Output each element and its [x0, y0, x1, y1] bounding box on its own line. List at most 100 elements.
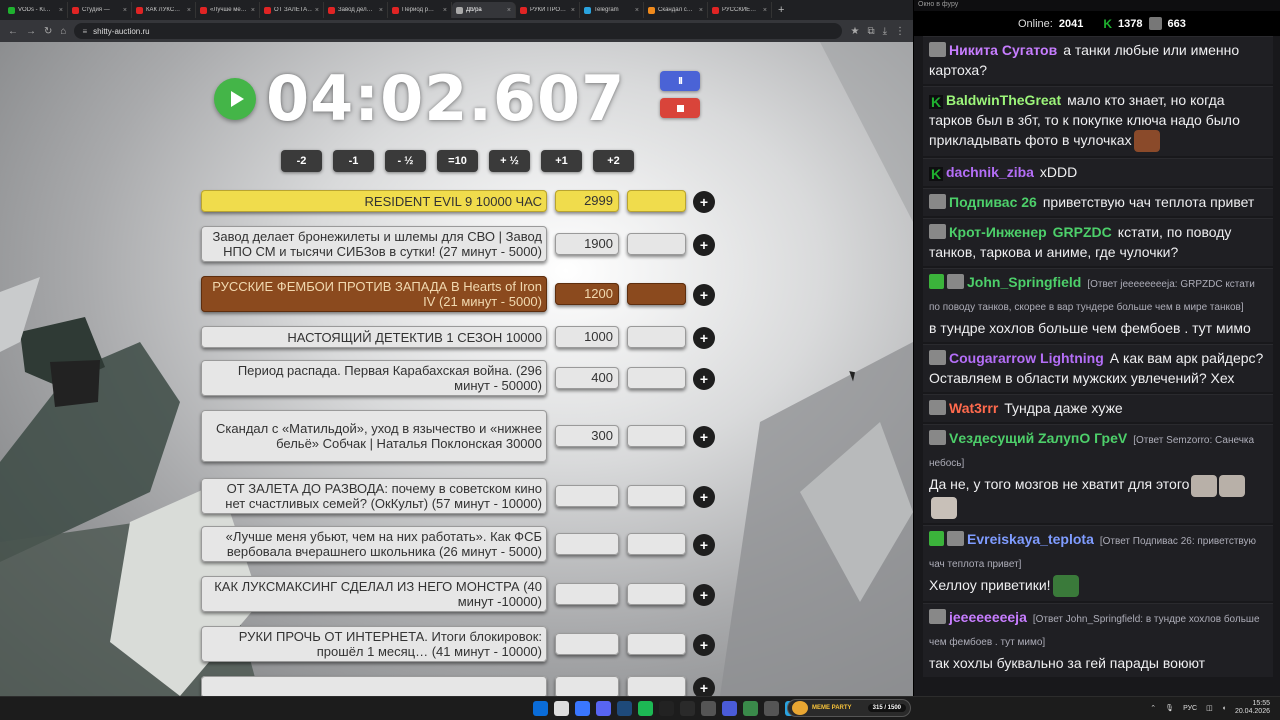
lot-bid-input[interactable]: [627, 485, 686, 507]
chat-username[interactable]: Vездесущий ZалупО ГреV: [949, 430, 1127, 446]
lot-title[interactable]: ОТ ЗАЛЕТА ДО РАЗВОДА: почему в советском…: [201, 478, 547, 514]
mic-icon[interactable]: 🎙: [1165, 704, 1174, 712]
chat-username[interactable]: John_Springfield: [967, 274, 1081, 290]
chat-username[interactable]: Cougararrow Lightning: [949, 350, 1104, 366]
stop-button[interactable]: [660, 98, 700, 118]
chat-username[interactable]: jeeeeeeeeja: [949, 609, 1027, 625]
lot-amount[interactable]: [555, 633, 619, 655]
lot-amount[interactable]: [555, 533, 619, 555]
forward-icon[interactable]: →: [26, 26, 36, 37]
language-indicator[interactable]: РУС: [1183, 705, 1197, 712]
chat-username[interactable]: Подпивас 26: [949, 194, 1037, 210]
tab-close-icon[interactable]: ×: [763, 7, 767, 14]
lot-bid-input[interactable]: [627, 190, 686, 212]
lot-bid-input[interactable]: [627, 233, 686, 255]
tab-close-icon[interactable]: ×: [187, 7, 191, 14]
browser-tab[interactable]: РУКИ ПРО… ×: [516, 2, 580, 18]
url-field[interactable]: ≡ shitty-auction.ru: [74, 23, 843, 39]
clock[interactable]: 15:55 20.04.2026: [1235, 700, 1270, 716]
time-adjust-button[interactable]: -2: [281, 150, 322, 172]
site-info-icon[interactable]: ≡: [82, 27, 87, 36]
volume-icon[interactable]: ◖: [1222, 705, 1226, 712]
taskbar-app-icon[interactable]: [680, 701, 695, 716]
lot-bid-input[interactable]: [627, 326, 686, 348]
lot-title[interactable]: «Лучше меня убьют, чем на них работать».…: [201, 526, 547, 562]
lot-amount[interactable]: 400: [555, 367, 619, 389]
time-adjust-button[interactable]: +1: [541, 150, 582, 172]
play-button[interactable]: [214, 78, 256, 120]
browser-tab[interactable]: «Лучше ме… ×: [196, 2, 260, 18]
taskbar-app-icon[interactable]: [722, 701, 737, 716]
browser-tab[interactable]: Дb/pa ×: [452, 2, 516, 18]
taskbar-app-icon[interactable]: [701, 701, 716, 716]
lot-title[interactable]: КАК ЛУКСМАКСИНГ СДЕЛАЛ ИЗ НЕГО МОНСТРА (…: [201, 576, 547, 612]
lot-title[interactable]: Период распада. Первая Карабахская война…: [201, 360, 547, 396]
lot-amount[interactable]: 1200: [555, 283, 619, 305]
home-icon[interactable]: ⌂: [60, 26, 66, 37]
browser-tab[interactable]: ОТ ЗАЛЕТА… ×: [260, 2, 324, 18]
add-bid-button[interactable]: +: [693, 634, 715, 656]
taskbar-app-icon[interactable]: [743, 701, 758, 716]
lot-bid-input[interactable]: [627, 533, 686, 555]
tab-close-icon[interactable]: ×: [315, 7, 319, 14]
browser-tab[interactable]: Telegram ×: [580, 2, 644, 18]
lot-bid-input[interactable]: [627, 367, 686, 389]
add-bid-button[interactable]: +: [693, 584, 715, 606]
bookmark-star-icon[interactable]: ★: [850, 26, 859, 37]
lot-amount[interactable]: 1900: [555, 233, 619, 255]
time-adjust-button[interactable]: + ½: [489, 150, 530, 172]
taskbar-app-icon[interactable]: [638, 701, 653, 716]
tab-close-icon[interactable]: ×: [123, 7, 127, 14]
lot-amount[interactable]: [555, 583, 619, 605]
time-adjust-button[interactable]: +2: [593, 150, 634, 172]
chat-username[interactable]: Никита Сугатов: [949, 42, 1057, 58]
lot-title[interactable]: НАСТОЯЩИЙ ДЕТЕКТИВ 1 СЕЗОН 10000: [201, 326, 547, 348]
chat-username[interactable]: Wat3rrr: [949, 400, 998, 416]
back-icon[interactable]: ←: [8, 26, 18, 37]
lot-bid-input[interactable]: [627, 283, 686, 305]
lot-title[interactable]: [201, 676, 547, 696]
lot-amount[interactable]: 300: [555, 425, 619, 447]
lot-amount[interactable]: [555, 676, 619, 696]
add-bid-button[interactable]: +: [693, 327, 715, 349]
tab-close-icon[interactable]: ×: [251, 7, 255, 14]
time-adjust-button[interactable]: -1: [333, 150, 374, 172]
tab-close-icon[interactable]: ×: [507, 7, 511, 14]
tab-close-icon[interactable]: ×: [59, 7, 63, 14]
browser-tab[interactable]: Период р… ×: [388, 2, 452, 18]
lot-amount[interactable]: 1000: [555, 326, 619, 348]
tab-close-icon[interactable]: ×: [699, 7, 703, 14]
add-bid-button[interactable]: +: [693, 284, 715, 306]
lot-bid-input[interactable]: [627, 676, 686, 696]
tab-close-icon[interactable]: ×: [443, 7, 447, 14]
browser-tab[interactable]: Завод дел… ×: [324, 2, 388, 18]
taskbar-app-icon[interactable]: [659, 701, 674, 716]
pause-button[interactable]: II: [660, 71, 700, 91]
add-bid-button[interactable]: +: [693, 368, 715, 390]
meme-party-widget[interactable]: MEME PARTY 315 / 1500: [787, 699, 911, 717]
lot-bid-input[interactable]: [627, 633, 686, 655]
add-bid-button[interactable]: +: [693, 234, 715, 256]
add-bid-button[interactable]: +: [693, 486, 715, 508]
lot-amount[interactable]: 2999: [555, 190, 619, 212]
chevron-up-icon[interactable]: ⌃: [1150, 704, 1156, 712]
browser-tab[interactable]: VODs - Ki… ×: [4, 2, 68, 18]
download-icon[interactable]: ⤓: [883, 26, 887, 37]
lot-title[interactable]: РУКИ ПРОЧЬ ОТ ИНТЕРНЕТА. Итоги блокирово…: [201, 626, 547, 662]
lot-title[interactable]: РУССКИЕ ФЕМБОИ ПРОТИВ ЗАПАДА В Hearts of…: [201, 276, 547, 312]
time-adjust-button[interactable]: =10: [437, 150, 478, 172]
extensions-icon[interactable]: ⧉: [867, 26, 874, 37]
time-adjust-button[interactable]: - ½: [385, 150, 426, 172]
add-bid-button[interactable]: +: [693, 534, 715, 556]
add-bid-button[interactable]: +: [693, 191, 715, 213]
chat-username[interactable]: GRPZDC: [1053, 224, 1112, 240]
add-bid-button[interactable]: +: [693, 677, 715, 696]
chat-username[interactable]: Крот-Инженер: [949, 224, 1047, 240]
chat-username[interactable]: BaldwinTheGreat: [946, 92, 1061, 108]
taskbar-app-icon[interactable]: [617, 701, 632, 716]
lot-bid-input[interactable]: [627, 425, 686, 447]
browser-tab[interactable]: РУССКИЕ… ×: [708, 2, 772, 18]
chat-username[interactable]: dachnik_ziba: [946, 164, 1034, 180]
taskbar-app-icon[interactable]: [554, 701, 569, 716]
lot-title[interactable]: RESIDENT EVIL 9 10000 ЧАС: [201, 190, 547, 212]
